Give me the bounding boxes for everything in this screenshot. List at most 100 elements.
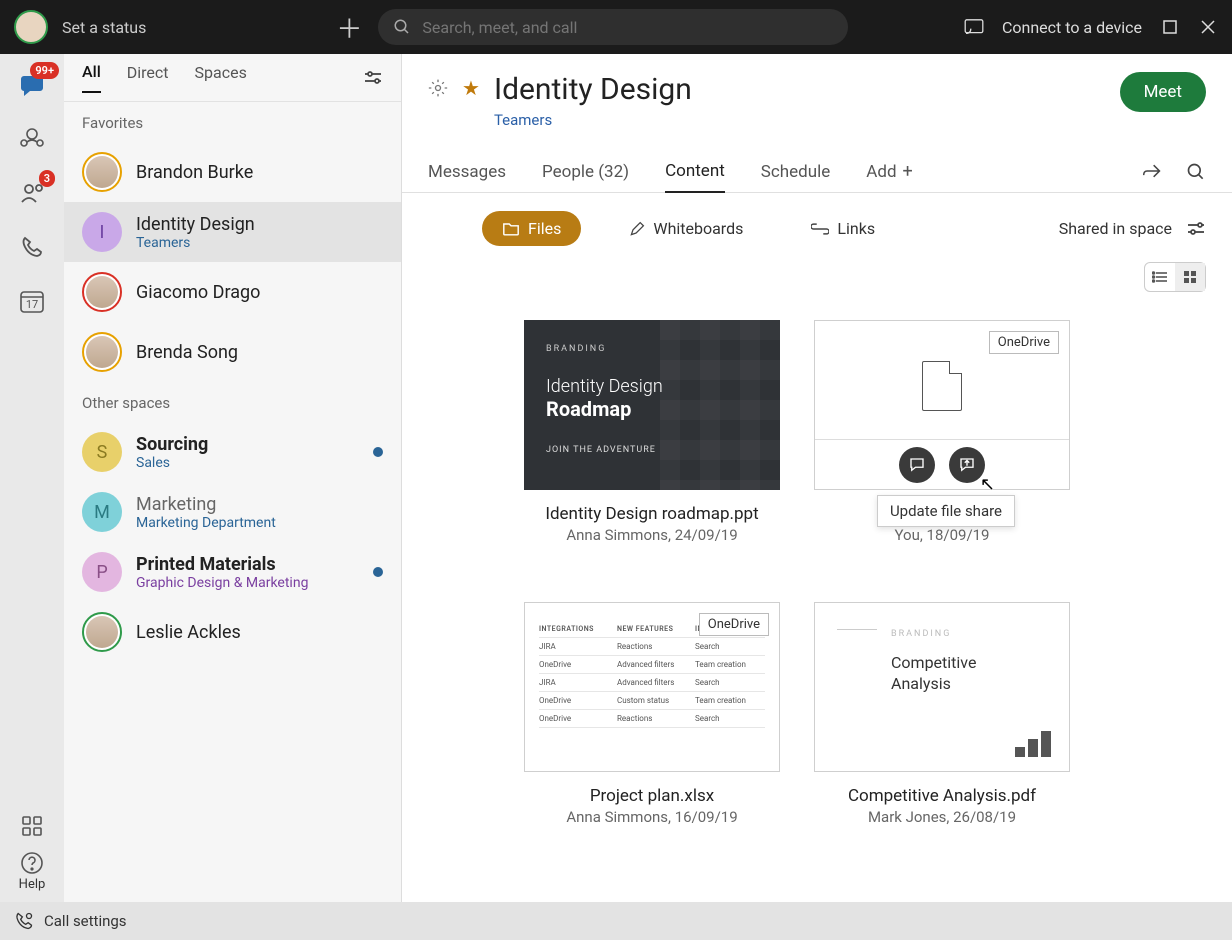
help-label: Help bbox=[19, 877, 46, 892]
view-toggle bbox=[1144, 262, 1206, 292]
sidebar-item-label: Brenda Song bbox=[136, 342, 238, 363]
chip-links[interactable]: Links bbox=[791, 211, 895, 246]
cursor-icon: ↖ bbox=[980, 474, 995, 495]
space-avatar: S bbox=[82, 432, 122, 472]
search-bar[interactable] bbox=[378, 9, 848, 45]
call-settings-link[interactable]: Call settings bbox=[44, 912, 127, 930]
file-meta: You, 18/09/19 bbox=[895, 526, 990, 544]
nav-rail: 99+ 3 17 Help bbox=[0, 54, 64, 902]
forward-icon[interactable] bbox=[1142, 162, 1162, 182]
search-icon bbox=[392, 17, 412, 37]
file-name: Project plan.xlsx bbox=[590, 786, 714, 806]
contacts-badge: 3 bbox=[39, 170, 55, 187]
link-icon bbox=[811, 223, 829, 235]
storage-tag: OneDrive bbox=[989, 331, 1059, 354]
space-avatar: I bbox=[82, 212, 122, 252]
sidebar-item-sourcing[interactable]: S Sourcing Sales bbox=[64, 422, 401, 482]
tab-spaces[interactable]: Spaces bbox=[195, 63, 247, 92]
other-spaces-header: Other spaces bbox=[64, 382, 401, 422]
search-content-icon[interactable] bbox=[1186, 162, 1206, 182]
favorites-header: Favorites bbox=[64, 102, 401, 142]
sidebar-item-printed-materials[interactable]: P Printed Materials Graphic Design & Mar… bbox=[64, 542, 401, 602]
file-card[interactable]: OneDrive Update file share ↖ Logo source… bbox=[812, 320, 1072, 544]
connect-device-button[interactable]: Connect to a device bbox=[1002, 18, 1142, 37]
new-conversation-button[interactable]: ＋ bbox=[334, 12, 364, 42]
space-avatar: M bbox=[82, 492, 122, 532]
chip-label: Whiteboards bbox=[653, 219, 743, 238]
unread-dot bbox=[373, 567, 383, 577]
file-meta: Mark Jones, 26/08/19 bbox=[868, 808, 1016, 826]
help-nav-icon[interactable]: Help bbox=[17, 851, 47, 892]
chip-files[interactable]: Files bbox=[482, 211, 581, 246]
calls-nav-icon[interactable] bbox=[17, 232, 47, 262]
contacts-nav-icon[interactable]: 3 bbox=[17, 178, 47, 208]
comment-button[interactable] bbox=[899, 447, 935, 483]
teams-nav-icon[interactable] bbox=[17, 124, 47, 154]
pencil-icon bbox=[629, 221, 645, 237]
sidebar-item-label: Giacomo Drago bbox=[136, 282, 260, 303]
sidebar-tabs: All Direct Spaces bbox=[64, 54, 401, 102]
tab-add[interactable]: Add+ bbox=[866, 151, 912, 193]
sidebar-item-marketing[interactable]: M Marketing Marketing Department bbox=[64, 482, 401, 542]
plus-icon: + bbox=[903, 161, 913, 182]
update-share-button[interactable]: Update file share ↖ bbox=[949, 447, 985, 483]
sidebar-item-giacomo[interactable]: Giacomo Drago bbox=[64, 262, 401, 322]
sidebar-item-label: Brandon Burke bbox=[136, 162, 253, 183]
sidebar-item-sublabel: Sales bbox=[136, 455, 208, 471]
file-name: Competitive Analysis.pdf bbox=[848, 786, 1036, 806]
file-name: Identity Design roadmap.ppt bbox=[545, 504, 758, 524]
file-thumbnail: OneDrive Update file share ↖ bbox=[814, 320, 1070, 490]
file-meta: Anna Simmons, 16/09/19 bbox=[566, 808, 737, 826]
bottombar: Call settings bbox=[0, 902, 1232, 940]
space-title: Identity Design bbox=[494, 72, 692, 107]
space-avatar: P bbox=[82, 552, 122, 592]
cast-icon bbox=[964, 17, 984, 37]
sidebar-item-brenda[interactable]: Brenda Song bbox=[64, 322, 401, 382]
star-icon[interactable]: ★ bbox=[462, 76, 480, 100]
sidebar-item-label: Sourcing bbox=[136, 434, 208, 455]
maximize-icon[interactable] bbox=[1160, 17, 1180, 37]
sidebar-item-identity-design[interactable]: I Identity Design Teamers bbox=[64, 202, 401, 262]
file-card[interactable]: OneDrive INTEGRATIONSNEW FEATURESIMPROVE… bbox=[522, 602, 782, 826]
tab-schedule[interactable]: Schedule bbox=[761, 151, 830, 193]
tab-messages[interactable]: Messages bbox=[428, 151, 506, 193]
content-subtabs: Files Whiteboards Links Shared in space bbox=[402, 193, 1232, 256]
sidebar-item-label: Marketing bbox=[136, 494, 276, 515]
chip-label: Links bbox=[837, 219, 875, 238]
tab-people[interactable]: People (32) bbox=[542, 151, 629, 193]
shared-label[interactable]: Shared in space bbox=[1059, 219, 1172, 238]
meet-button[interactable]: Meet bbox=[1120, 72, 1206, 112]
sliders-icon[interactable] bbox=[1186, 222, 1206, 236]
thumb-title: Competitive Analysis bbox=[891, 653, 976, 695]
sidebar: All Direct Spaces Favorites Brandon Burk… bbox=[64, 54, 402, 902]
grid-view-button[interactable] bbox=[1175, 263, 1205, 291]
gear-icon[interactable] bbox=[428, 78, 448, 98]
call-settings-icon[interactable] bbox=[14, 911, 34, 931]
tab-content[interactable]: Content bbox=[665, 151, 725, 193]
close-icon[interactable] bbox=[1198, 17, 1218, 37]
content-tabs: Messages People (32) Content Schedule Ad… bbox=[402, 151, 1232, 193]
list-view-button[interactable] bbox=[1145, 263, 1175, 291]
tab-direct[interactable]: Direct bbox=[127, 63, 169, 92]
file-card[interactable]: BRANDING Competitive Analysis Competitiv… bbox=[812, 602, 1072, 826]
file-thumbnail: BRANDING Identity Design Roadmap JOIN TH… bbox=[524, 320, 780, 490]
calendar-day-label: 17 bbox=[26, 298, 38, 311]
file-card[interactable]: BRANDING Identity Design Roadmap JOIN TH… bbox=[522, 320, 782, 544]
team-link[interactable]: Teamers bbox=[494, 111, 692, 129]
chip-whiteboards[interactable]: Whiteboards bbox=[609, 211, 763, 246]
chat-nav-icon[interactable]: 99+ bbox=[17, 70, 47, 100]
tab-all[interactable]: All bbox=[82, 62, 101, 93]
file-meta: Anna Simmons, 24/09/19 bbox=[566, 526, 737, 544]
apps-nav-icon[interactable] bbox=[17, 811, 47, 841]
sidebar-item-leslie[interactable]: Leslie Ackles bbox=[64, 602, 401, 662]
sidebar-item-label: Identity Design bbox=[136, 214, 255, 235]
sidebar-item-brandon[interactable]: Brandon Burke bbox=[64, 142, 401, 202]
filter-icon[interactable] bbox=[363, 71, 383, 85]
set-status-link[interactable]: Set a status bbox=[62, 18, 146, 37]
calendar-nav-icon[interactable]: 17 bbox=[17, 286, 47, 316]
folder-icon bbox=[502, 221, 520, 236]
self-avatar[interactable] bbox=[14, 10, 48, 44]
sidebar-item-sublabel: Teamers bbox=[136, 235, 255, 251]
search-input[interactable] bbox=[422, 18, 834, 37]
hover-actions: Update file share ↖ bbox=[815, 439, 1069, 489]
